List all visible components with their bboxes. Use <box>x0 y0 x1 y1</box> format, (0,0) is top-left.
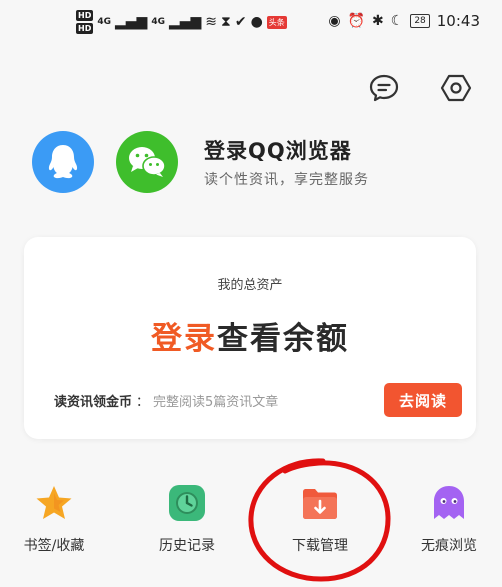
message-icon[interactable] <box>366 70 402 106</box>
nav-label-history: 历史记录 <box>159 538 215 554</box>
hourglass-icon: ⧗ <box>221 14 231 30</box>
quick-nav: 书签/收藏 历史记录 下载管理 无痕浏览 <box>0 478 502 578</box>
wechat-icon <box>129 147 166 177</box>
bluetooth-icon: ✱ <box>372 13 384 29</box>
headline-login-text: 登录 <box>151 321 217 357</box>
nav-label-bookmarks: 书签/收藏 <box>23 538 85 554</box>
login-title[interactable]: 登录QQ浏览器 <box>204 135 352 165</box>
go-read-button[interactable]: 去阅读 <box>384 383 462 417</box>
coin-task-label: 读资讯领金币 <box>54 395 133 410</box>
coin-task-separator: ： <box>136 395 150 410</box>
assets-headline[interactable]: 登录查看余额 <box>24 313 476 358</box>
signal-bars-icon: ▂▄▆ <box>115 14 148 30</box>
headline-balance-text: 查看余额 <box>217 321 349 357</box>
assets-card[interactable]: 我的总资产 登录查看余额 读资讯领金币：完整阅读5篇资讯文章 去阅读 <box>24 237 476 439</box>
battery-icon: 28 <box>410 14 430 28</box>
wechat-login-button[interactable] <box>116 131 178 193</box>
nav-item-incognito[interactable]: 无痕浏览 <box>399 478 499 578</box>
ghost-icon <box>429 483 469 523</box>
hd-indicator-2: HD <box>76 23 94 34</box>
moon-icon: ☾ <box>390 13 404 29</box>
wifi-icon: ≋ <box>205 14 218 30</box>
clock-time: 10:43 <box>436 12 480 30</box>
star-icon <box>34 483 74 523</box>
settings-hexagon-icon[interactable] <box>438 70 474 106</box>
download-folder-icon <box>300 483 340 523</box>
signal-bars-icon: ▂▄▆ <box>168 14 202 30</box>
status-bar-right: ◉ ⏰ ✱ ☾ 28 10:43 <box>328 12 480 30</box>
nav-label-downloads: 下载管理 <box>292 538 348 554</box>
clock-icon <box>167 483 207 523</box>
status-bar: HD HD 4G ▂▄▆ 4G ▂▄▆ ≋ ⧗ ✔ ● 头条 ◉ ⏰ ✱ ☾ 2… <box>0 0 502 48</box>
nav-item-downloads[interactable]: 下载管理 <box>270 478 370 578</box>
alarm-icon: ⏰ <box>347 13 366 29</box>
qq-login-button[interactable] <box>32 131 94 193</box>
login-subtitle: 读个性资讯，享完整服务 <box>204 172 369 188</box>
nav-label-incognito: 无痕浏览 <box>421 538 477 554</box>
qq-penguin-icon <box>48 145 78 179</box>
coin-task-description: 完整阅读5篇资讯文章 <box>153 395 279 410</box>
check-icon: ✔ <box>234 14 247 30</box>
hd-indicator-1: HD <box>76 10 94 21</box>
header-actions <box>366 70 474 106</box>
assets-caption: 我的总资产 <box>217 278 283 293</box>
chat-bubble-icon: ● <box>250 14 263 30</box>
news-app-badge: 头条 <box>266 15 287 29</box>
signal-2-label: 4G <box>151 17 165 27</box>
login-section: 登录QQ浏览器 读个性资讯，享完整服务 <box>32 131 472 195</box>
nav-item-bookmarks[interactable]: 书签/收藏 <box>4 478 104 578</box>
eye-icon: ◉ <box>328 13 341 29</box>
status-bar-left: HD HD 4G ▂▄▆ 4G ▂▄▆ ≋ ⧗ ✔ ● 头条 <box>76 10 287 34</box>
nav-item-history[interactable]: 历史记录 <box>137 478 237 578</box>
coin-task-row: 读资讯领金币：完整阅读5篇资讯文章 <box>54 391 278 410</box>
signal-1-label: 4G <box>97 17 111 27</box>
